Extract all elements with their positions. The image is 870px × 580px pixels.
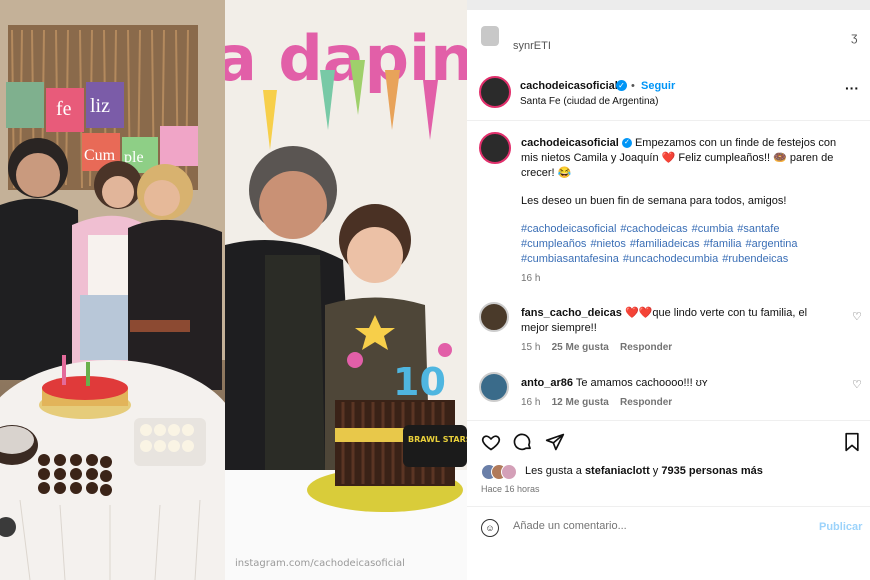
emoji-icon[interactable]: ☺ [481,519,499,537]
publish-button[interactable]: Publicar [819,521,862,533]
story-thumbnail [481,26,499,46]
author-avatar[interactable] [479,76,511,108]
comment-avatar[interactable] [479,372,509,402]
cake-number: 10 [393,360,446,404]
comment-likes[interactable]: 12 Me gusta [552,397,609,408]
header-separator: • [631,80,635,92]
cake-brand-label: BRAWL STARS [408,435,467,444]
likes-count[interactable]: 7935 personas más [661,465,763,477]
post-location[interactable]: Santa Fe (ciudad de Argentina) [520,96,658,107]
photo-birthday-camila-illustration: fe liz Cum ple [0,0,225,580]
verified-badge-icon: ✓ [621,138,632,149]
author-username[interactable]: cachodeicasoficial [520,80,618,92]
top-strip-image [467,0,870,10]
post-header: cachodeicasoficial ✓ • Seguir Santa Fe (… [467,72,870,121]
photo-birthday-joaquin: a dapinG [225,0,467,580]
hashtag-link[interactable]: #santafe [737,223,779,235]
hashtag-link[interactable]: #cumpleaños [521,238,586,250]
photo-birthday-joaquin-illustration: a dapinG [225,0,467,580]
banner-letter-1: fe [56,98,72,120]
comment-item: anto_ar86 Te amamos cachoooo!!! ʊʏ 16 h … [467,372,870,412]
hashtag-link[interactable]: #cumbiasantafesina [521,253,619,265]
comment-text-line-2: mejor siempre!! [521,322,597,334]
comment-like-icon[interactable]: ♡ [852,378,862,391]
banner-letter-2: liz [90,95,110,117]
photo-watermark: instagram.com/cachodeicasoficial [235,558,405,569]
hashtag-link[interactable]: #argentina [746,238,798,250]
hashtag-link[interactable]: #uncachodecumbia [623,253,718,265]
hashtag-link[interactable]: #familiadeicas [630,238,700,250]
verified-badge-icon: ✓ [616,80,627,91]
comment-text: Te amamos cachoooo!!! ʊʏ [575,377,708,389]
bookmark-icon[interactable] [843,432,861,452]
hashtag-link[interactable]: #familia [704,238,742,250]
liker-avatar [501,464,517,480]
caption-time: 16 h [521,273,541,284]
likes-prefix: Les gusta a [525,465,582,477]
comment-bubble-icon[interactable] [513,432,533,452]
comment-input[interactable] [511,519,805,533]
action-bar [467,420,870,461]
likes-summary: Les gusta a stefaniaclott y 7935 persona… [481,462,861,484]
caption-line-4: Les deseo un buen fin de semana para tod… [521,195,787,207]
follow-button[interactable]: Seguir [641,80,675,92]
banner-letter-3: Cum [84,147,116,164]
reply-button[interactable]: Responder [620,342,672,353]
comment-username[interactable]: anto_ar86 [521,377,573,389]
comment-avatar[interactable] [479,302,509,332]
comment-username[interactable]: fans_cacho_deicas [521,307,622,319]
post-timestamp: Hace 16 horas [481,484,540,494]
comment-text: ❤️❤️que lindo verte con tu familia, el [624,307,808,319]
likes-user[interactable]: stefaniaclott [585,465,650,477]
top-strip-icon: ʒ [851,30,858,44]
likes-middle: y [652,465,659,477]
top-strip-text: synrETI [513,40,551,52]
comment-item: fans_cacho_deicas ❤️❤️que lindo verte co… [467,302,870,358]
hashtag-link[interactable]: #rubendeicas [722,253,788,265]
caption-avatar[interactable] [479,132,511,164]
post-photos: fe liz Cum ple a dapin BRAWL STARS 10 in… [0,0,467,580]
hashtag-link[interactable]: #nietos [590,238,625,250]
photo-birthday-camila: fe liz Cum ple [0,0,225,580]
caption-line-3: crecer! 😂 [521,167,572,179]
comment-like-icon[interactable]: ♡ [852,310,862,323]
share-send-icon[interactable] [545,432,565,452]
caption-line-1: Empezamos con un finde de festejos con [634,137,837,149]
like-heart-icon[interactable] [481,432,501,452]
caption-line-2: mis nietos Camila y Joaquín ❤️ Feliz cum… [521,152,834,164]
comment-box: ☺ Publicar [467,506,870,553]
hashtags-row-3: #cumbiasantafesina #uncachodecumbia #ruben… [521,252,861,267]
post-panel: synrETI ʒ cachodeicasoficial ✓ • Seguir … [467,0,870,580]
caption-username[interactable]: cachodeicasoficial [521,137,619,149]
hashtags-row-2: #cumpleaños #nietos #familiadeicas #familia… [521,237,861,252]
comment-likes[interactable]: 25 Me gusta [552,342,609,353]
hashtag-link[interactable]: #cumbia [692,223,734,235]
more-options-icon[interactable]: ··· [845,80,859,96]
comment-time: 16 h [521,397,541,408]
hashtag-link[interactable]: #cachodeicas [620,223,687,235]
hashtags-row-1: #cachodeicasoficial #cachodeicas #cumbia #s… [521,222,861,237]
comment-time: 15 h [521,342,541,353]
hashtag-link[interactable]: #cachodeicasoficial [521,223,616,235]
reply-button[interactable]: Responder [620,397,672,408]
